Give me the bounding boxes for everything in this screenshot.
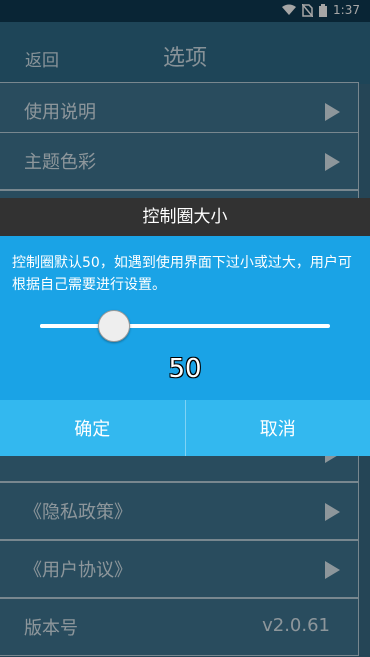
dialog-body: 控制圈默认50，如遇到使用界面下过小或过大，用户可根据自己需要进行设置。 50 [0, 236, 370, 400]
dialog-buttons: 确定 取消 [0, 400, 370, 456]
confirm-button[interactable]: 确定 [0, 400, 185, 456]
size-slider[interactable] [40, 310, 330, 342]
control-circle-size-dialog: 控制圈大小 控制圈默认50，如遇到使用界面下过小或过大，用户可根据自己需要进行设… [0, 198, 370, 458]
slider-thumb[interactable] [97, 310, 130, 342]
slider-value: 50 [168, 354, 202, 384]
dialog-title: 控制圈大小 [0, 198, 370, 236]
cancel-button[interactable]: 取消 [184, 400, 370, 456]
dialog-message: 控制圈默认50，如遇到使用界面下过小或过大，用户可根据自己需要进行设置。 [12, 255, 352, 293]
